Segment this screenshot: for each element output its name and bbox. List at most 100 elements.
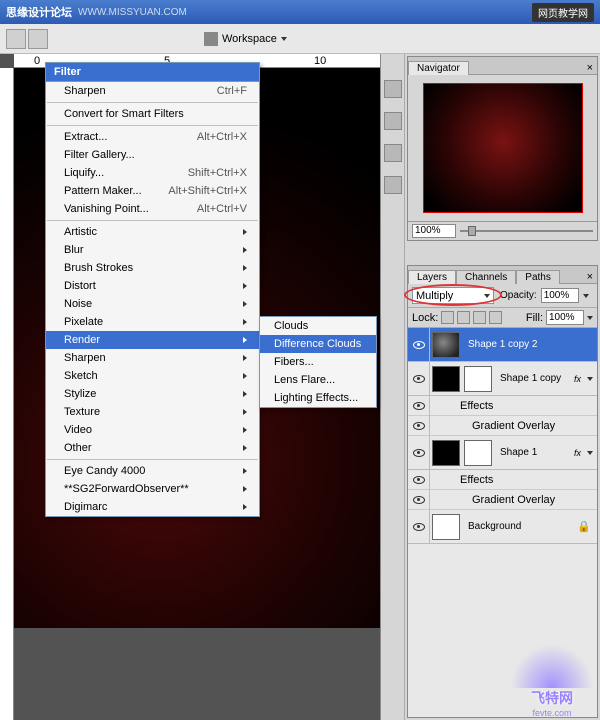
- menu-lens-flare[interactable]: Lens Flare...: [260, 371, 376, 389]
- filter-menu: Filter SharpenCtrl+F Convert for Smart F…: [45, 62, 260, 517]
- panel-menu-icon[interactable]: ×: [583, 271, 597, 283]
- lock-transparency-icon[interactable]: [441, 311, 454, 324]
- menu-lighting-effects[interactable]: Lighting Effects...: [260, 389, 376, 407]
- workspace-label: Workspace: [222, 33, 277, 45]
- layer-row[interactable]: Shape 1 copy fx: [408, 362, 597, 396]
- layer-row[interactable]: Background 🔒: [408, 510, 597, 544]
- layers-panel: Layers Channels Paths × Multiply Opacity…: [407, 265, 598, 718]
- panel-close-icon[interactable]: ×: [583, 62, 597, 74]
- layer-thumbnail[interactable]: [432, 366, 460, 392]
- menu-sketch[interactable]: Sketch: [46, 367, 259, 385]
- menu-artistic[interactable]: Artistic: [46, 223, 259, 241]
- bridge-icon[interactable]: [28, 29, 48, 49]
- eye-icon[interactable]: [413, 402, 425, 410]
- title-url: WWW.MISSYUAN.COM: [78, 7, 187, 18]
- opacity-input[interactable]: 100%: [541, 288, 579, 303]
- menu-sharpen-sub[interactable]: Sharpen: [46, 349, 259, 367]
- menu-stylize[interactable]: Stylize: [46, 385, 259, 403]
- menu-render[interactable]: Render: [46, 331, 259, 349]
- layer-name[interactable]: Shape 1 copy 2: [462, 339, 597, 350]
- layer-name[interactable]: Background: [462, 521, 577, 532]
- menu-blur[interactable]: Blur: [46, 241, 259, 259]
- menu-vanishing-point[interactable]: Vanishing Point...Alt+Ctrl+V: [46, 200, 259, 218]
- lock-all-icon[interactable]: [489, 311, 502, 324]
- menu-clouds[interactable]: Clouds: [260, 317, 376, 335]
- workspace-icon: [204, 32, 218, 46]
- lock-position-icon[interactable]: [473, 311, 486, 324]
- menu-pixelate[interactable]: Pixelate: [46, 313, 259, 331]
- eye-icon[interactable]: [413, 476, 425, 484]
- menu-noise[interactable]: Noise: [46, 295, 259, 313]
- fill-label: Fill:: [526, 312, 543, 324]
- eye-icon[interactable]: [413, 496, 425, 504]
- chevron-down-icon[interactable]: [583, 294, 589, 298]
- layer-row[interactable]: Shape 1 fx: [408, 436, 597, 470]
- eye-icon[interactable]: [413, 422, 425, 430]
- layer-mask[interactable]: [464, 366, 492, 392]
- menu-convert-smart[interactable]: Convert for Smart Filters: [46, 105, 259, 123]
- effects-row[interactable]: Effects: [408, 470, 597, 490]
- title-badge: 网页教学网: [532, 3, 594, 22]
- tab-layers[interactable]: Layers: [408, 270, 456, 284]
- navigator-panel: Navigator × 100%: [407, 56, 598, 241]
- tool-presets-icon[interactable]: [384, 144, 402, 162]
- layer-list: Shape 1 copy 2 Shape 1 copy fx Effects: [408, 328, 597, 717]
- fx-badge[interactable]: fx: [574, 448, 581, 458]
- eye-icon[interactable]: [413, 341, 425, 349]
- options-bar: Workspace: [0, 24, 600, 54]
- layer-name[interactable]: Shape 1 copy: [494, 373, 574, 384]
- menu-digimarc[interactable]: Digimarc: [46, 498, 259, 516]
- menu-eye-candy[interactable]: Eye Candy 4000: [46, 462, 259, 480]
- layer-thumbnail[interactable]: [432, 332, 460, 358]
- fx-badge[interactable]: fx: [574, 374, 581, 384]
- menu-texture[interactable]: Texture: [46, 403, 259, 421]
- lock-label: Lock:: [412, 312, 438, 324]
- opacity-label: Opacity:: [500, 290, 537, 301]
- tab-navigator[interactable]: Navigator: [408, 61, 469, 75]
- zoom-slider[interactable]: [460, 226, 593, 236]
- lock-icon: 🔒: [577, 520, 591, 533]
- tab-paths[interactable]: Paths: [516, 270, 560, 284]
- eye-icon[interactable]: [413, 449, 425, 457]
- menu-brush-strokes[interactable]: Brush Strokes: [46, 259, 259, 277]
- menu-filter-gallery[interactable]: Filter Gallery...: [46, 146, 259, 164]
- effects-row[interactable]: Effects: [408, 396, 597, 416]
- menu-distort[interactable]: Distort: [46, 277, 259, 295]
- menu-fibers[interactable]: Fibers...: [260, 353, 376, 371]
- ruler-vertical[interactable]: [0, 68, 14, 720]
- brushes-icon[interactable]: [384, 176, 402, 194]
- layer-name[interactable]: Shape 1: [494, 447, 574, 458]
- menu-pattern-maker[interactable]: Pattern Maker...Alt+Shift+Ctrl+X: [46, 182, 259, 200]
- effect-item[interactable]: Gradient Overlay: [408, 490, 597, 510]
- layer-thumbnail[interactable]: [432, 440, 460, 466]
- blend-mode-select[interactable]: Multiply: [412, 287, 494, 304]
- eye-icon[interactable]: [413, 375, 425, 383]
- chevron-down-icon[interactable]: [587, 451, 593, 455]
- menu-video[interactable]: Video: [46, 421, 259, 439]
- ps-icon[interactable]: [6, 29, 26, 49]
- fill-input[interactable]: 100%: [546, 310, 584, 325]
- render-submenu: Clouds Difference Clouds Fibers... Lens …: [259, 316, 377, 408]
- actions-icon[interactable]: [384, 112, 402, 130]
- zoom-input[interactable]: 100%: [412, 224, 456, 238]
- menu-sharpen-last[interactable]: SharpenCtrl+F: [46, 82, 259, 100]
- chevron-down-icon: [281, 37, 287, 41]
- layer-row[interactable]: Shape 1 copy 2: [408, 328, 597, 362]
- layer-mask[interactable]: [464, 440, 492, 466]
- navigator-thumbnail[interactable]: [423, 83, 583, 213]
- eye-icon[interactable]: [413, 523, 425, 531]
- lock-pixels-icon[interactable]: [457, 311, 470, 324]
- chevron-down-icon[interactable]: [587, 316, 593, 320]
- menu-sg2[interactable]: **SG2ForwardObserver**: [46, 480, 259, 498]
- menu-extract[interactable]: Extract...Alt+Ctrl+X: [46, 128, 259, 146]
- chevron-down-icon[interactable]: [587, 377, 593, 381]
- effect-item[interactable]: Gradient Overlay: [408, 416, 597, 436]
- dock-strip: [381, 54, 405, 720]
- layer-thumbnail[interactable]: [432, 514, 460, 540]
- tab-channels[interactable]: Channels: [456, 270, 516, 284]
- menu-liquify[interactable]: Liquify...Shift+Ctrl+X: [46, 164, 259, 182]
- menu-other[interactable]: Other: [46, 439, 259, 457]
- menu-difference-clouds[interactable]: Difference Clouds: [260, 335, 376, 353]
- history-icon[interactable]: [384, 80, 402, 98]
- workspace-selector[interactable]: Workspace: [204, 32, 287, 46]
